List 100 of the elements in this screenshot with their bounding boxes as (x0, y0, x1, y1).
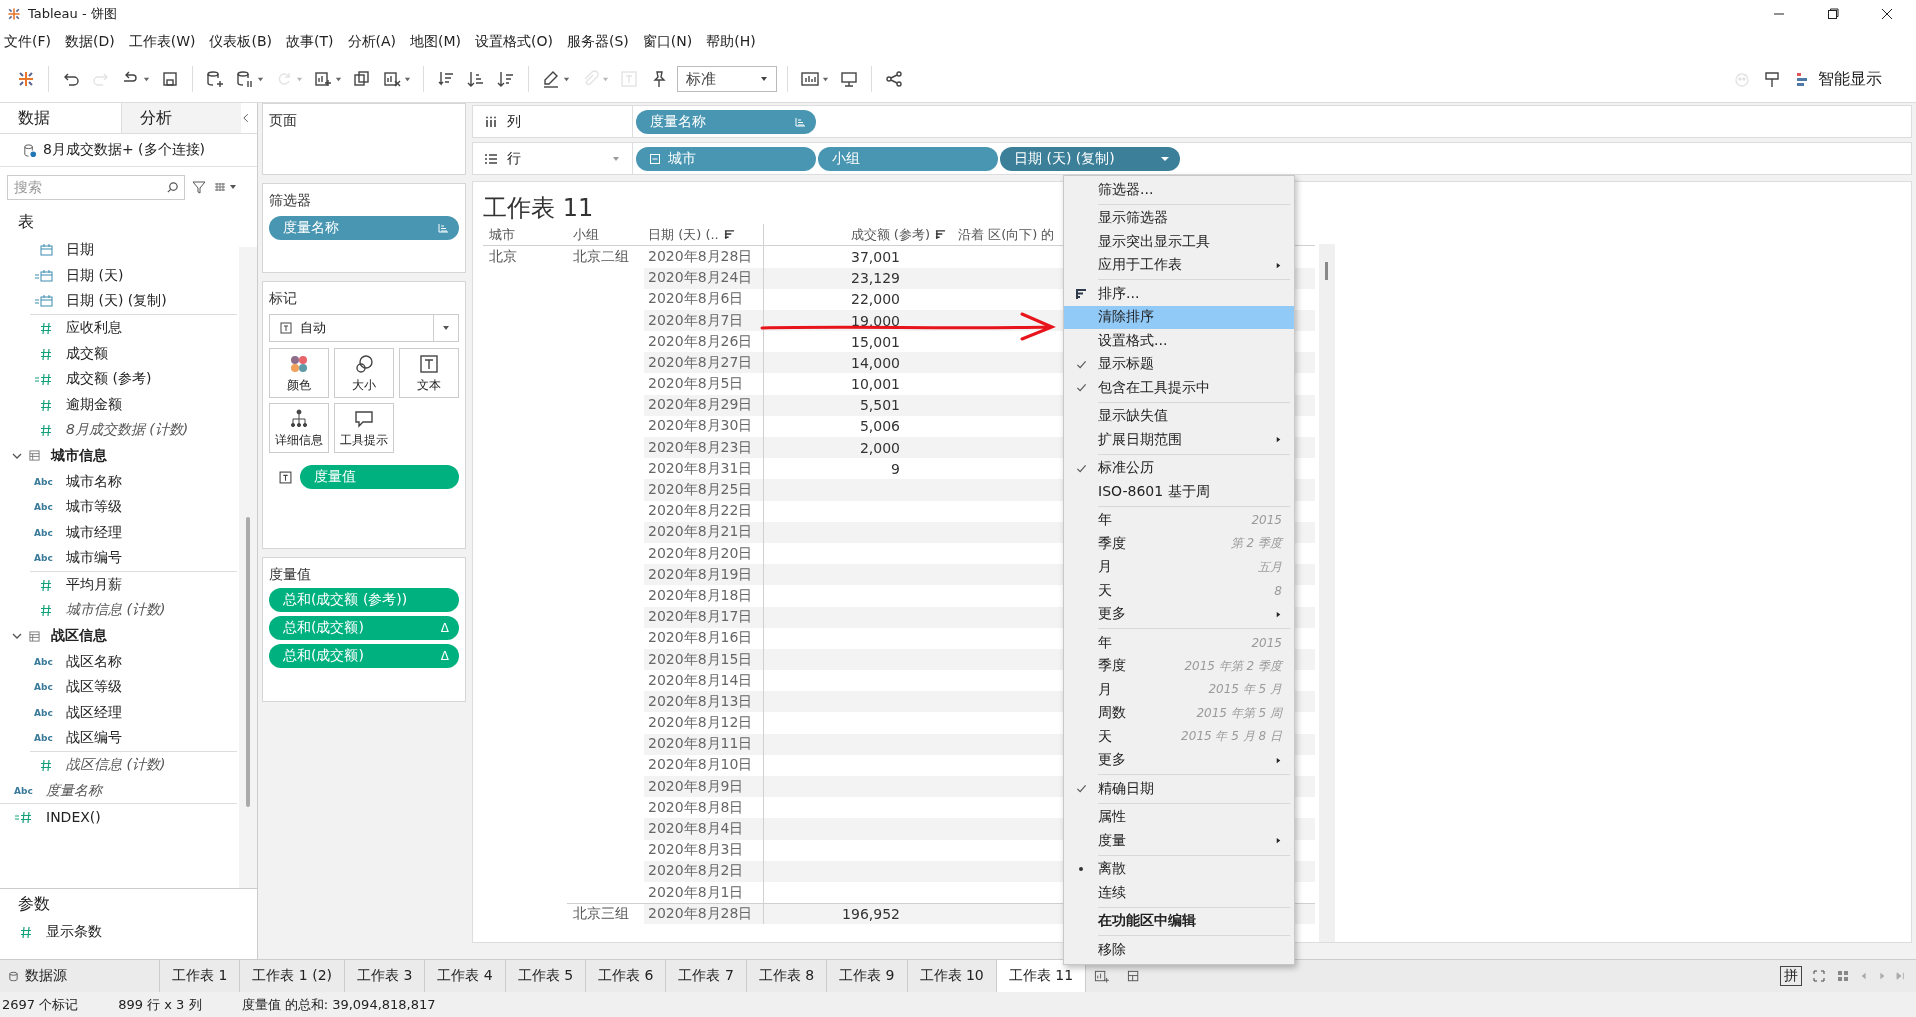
menu-item[interactable]: 数据(D) (65, 32, 115, 51)
tooltip-button[interactable]: 工具提示 (334, 403, 394, 454)
menu-item[interactable]: 故事(T) (286, 32, 334, 51)
field-name[interactable]: INDEX() (46, 809, 101, 826)
caret-icon[interactable] (143, 75, 150, 83)
menu-item[interactable]: 在功能区中编辑 (1064, 909, 1294, 933)
table-name[interactable]: 城市信息 (51, 446, 107, 465)
menu-item[interactable]: 显示缺失值 (1064, 404, 1294, 428)
fit-dropdown[interactable]: 标准 (677, 66, 777, 92)
caret-icon[interactable] (760, 75, 768, 83)
sort-icon[interactable] (723, 229, 735, 241)
menu-item[interactable]: 年 2015 (1064, 508, 1294, 532)
caret-icon[interactable] (257, 75, 264, 83)
chart-size-icon[interactable] (800, 69, 820, 89)
field-name[interactable]: 成交额 (参考) (66, 370, 152, 389)
menu-item[interactable]: 年 2015 (1064, 631, 1294, 655)
menu-item[interactable]: 文件(F) (4, 32, 51, 51)
search-field[interactable]: 搜索 (7, 174, 185, 200)
grid-view-icon[interactable] (1836, 969, 1850, 984)
table-name[interactable]: 战区信息 (51, 627, 107, 646)
menu-item[interactable]: 窗口(N) (642, 32, 693, 51)
highlight-icon[interactable] (541, 69, 561, 89)
field-pill[interactable]: 日期 (天) (复制) (1000, 146, 1180, 171)
column-header[interactable]: 城市 (489, 225, 515, 244)
field-name[interactable]: 城市信息 (计数) (66, 601, 166, 620)
column-header[interactable]: 日期 (天) (.. (648, 225, 719, 244)
menu-item[interactable]: 连续 (1064, 881, 1294, 905)
color-button[interactable]: 颜色 (269, 348, 329, 399)
field-name[interactable]: 平均月薪 (66, 575, 122, 594)
text-button[interactable]: 文本 (399, 348, 459, 399)
column-header[interactable]: 沿着 区(向下) 的 (958, 225, 1055, 244)
field-name[interactable]: 城市等级 (66, 498, 122, 517)
field-name[interactable]: 成交额 (66, 344, 108, 363)
menu-item[interactable]: 周数 2015 年第 5 周 (1064, 701, 1294, 725)
sort-icon[interactable] (935, 229, 946, 241)
mark-type-dropdown[interactable]: 自动 (269, 314, 459, 343)
collapse-icon[interactable] (650, 153, 660, 164)
menu-item[interactable]: 显示标题 (1064, 352, 1294, 376)
menu-item[interactable]: 季度 2015 年第 2 季度 (1064, 654, 1294, 678)
caret-icon[interactable] (335, 75, 342, 83)
field-name[interactable]: 城市经理 (66, 523, 122, 542)
menu-item[interactable]: 度量 (1064, 829, 1294, 853)
menu-item[interactable]: 季度 第 2 季度 (1064, 532, 1294, 556)
menu-item[interactable]: 属性 (1064, 805, 1294, 829)
detail-icon[interactable] (288, 407, 310, 430)
menu-item[interactable]: 离散 (1064, 857, 1294, 881)
new-sheet-icon[interactable] (1094, 968, 1110, 984)
scrollbar[interactable] (1319, 244, 1335, 943)
close-icon[interactable] (1880, 6, 1894, 21)
menu-item[interactable]: 分析(A) (347, 32, 396, 51)
clear-icon[interactable] (382, 69, 402, 89)
menu-item[interactable]: 帮助(H) (706, 32, 756, 51)
field-name[interactable]: 城市编号 (66, 549, 122, 568)
field-name[interactable]: 战区等级 (66, 678, 122, 697)
input-method-indicator[interactable]: 拼 (1780, 966, 1802, 987)
field-name[interactable]: 8月成交数据 (计数) (66, 421, 189, 440)
menu-item[interactable]: 显示筛选器 (1064, 206, 1294, 230)
field-name[interactable]: 度量名称 (46, 781, 102, 800)
new-sheet-icon[interactable] (313, 69, 333, 89)
menu-item[interactable]: 更多 (1064, 602, 1294, 626)
menu-item[interactable]: 扩展日期范围 (1064, 428, 1294, 452)
detail-button[interactable]: 详细信息 (269, 403, 329, 454)
size-icon[interactable] (353, 352, 375, 375)
field-name[interactable]: 战区经理 (66, 703, 122, 722)
view-options-icon[interactable] (213, 181, 239, 194)
field-name[interactable]: 战区信息 (计数) (66, 756, 166, 775)
collapse-icon[interactable] (241, 113, 251, 124)
size-button[interactable]: 大小 (334, 348, 394, 399)
menu-item[interactable]: 应用于工作表 (1064, 253, 1294, 277)
show-me-button[interactable]: 智能显示 (1790, 64, 1888, 94)
menu-item[interactable]: 仪表板(B) (209, 32, 272, 51)
field-name[interactable]: 日期 (天) (复制) (66, 292, 167, 311)
menu-item[interactable]: 月 五月 (1064, 555, 1294, 579)
parameter-name[interactable]: 显示条数 (46, 923, 102, 942)
sheet-tab[interactable]: 工作表 11 (996, 960, 1087, 993)
menu-item[interactable]: 设置格式(O) (475, 32, 553, 51)
field-name[interactable]: 战区编号 (66, 729, 122, 748)
menu-item[interactable]: 精确日期 (1064, 777, 1294, 801)
caret-icon[interactable] (563, 75, 570, 83)
menu-item[interactable]: 服务器(S) (567, 32, 629, 51)
field-name[interactable]: 日期 (天) (66, 266, 124, 285)
maximize-icon[interactable] (1826, 6, 1840, 21)
field-name[interactable]: 应收利息 (66, 318, 122, 337)
menu-item[interactable]: 地图(M) (410, 32, 462, 51)
field-name[interactable]: 城市名称 (66, 472, 122, 491)
text-encoding-icon[interactable] (279, 470, 292, 484)
column-header[interactable]: 小组 (573, 225, 599, 244)
menu-item[interactable]: 天 8 (1064, 579, 1294, 603)
menu-item[interactable]: 排序... (1064, 282, 1294, 306)
datasource-icon[interactable] (8, 970, 19, 982)
caret-icon[interactable] (822, 75, 829, 83)
pane-tab[interactable]: 分析 (120, 103, 242, 134)
field-name[interactable]: 战区名称 (66, 652, 122, 671)
text-icon[interactable] (418, 352, 440, 375)
field-name[interactable]: 日期 (66, 241, 94, 260)
menu-item[interactable]: 标准公历 (1064, 456, 1294, 480)
caret-icon[interactable] (404, 75, 411, 83)
connection-name[interactable]: 8月成交数据+ (多个连接) (43, 141, 205, 160)
menu-item[interactable]: 工作表(W) (128, 32, 196, 51)
menu-item[interactable]: 天 2015 年 5 月 8 日 (1064, 725, 1294, 749)
